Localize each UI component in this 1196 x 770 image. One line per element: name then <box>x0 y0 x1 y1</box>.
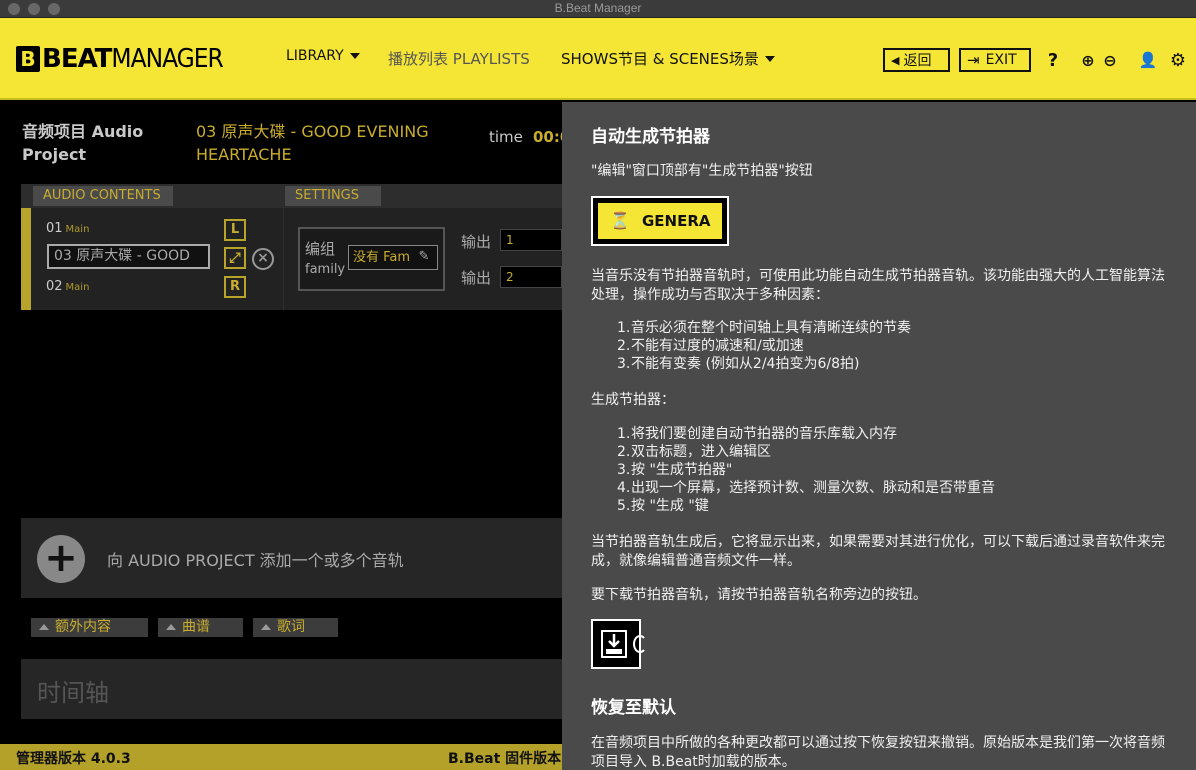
help-panel: 自动生成节拍器 "编辑"窗口顶部有"生成节拍器"按钮 ⏳ GENERA 当音乐没… <box>562 102 1196 770</box>
download-button-illustration <box>591 619 647 669</box>
output2-field[interactable]: 2 <box>500 266 562 288</box>
chevron-up-icon <box>39 624 49 630</box>
tab-extra-content[interactable]: 额外内容 <box>31 618 148 637</box>
family-label-cn: 编组 <box>305 240 336 258</box>
zoom-in-icon[interactable]: ⊕ <box>1079 48 1097 72</box>
logo-manager-text: MANAGER <box>111 44 223 74</box>
expand-icon[interactable]: ⤢ <box>224 247 246 269</box>
tab-extra-content-label: 额外内容 <box>55 619 111 635</box>
tab-lyrics[interactable]: 歌词 <box>253 618 338 637</box>
tab-score[interactable]: 曲谱 <box>158 618 243 637</box>
settings-gear-icon[interactable]: ⚙ <box>1168 48 1188 72</box>
genera-button-illustration: ⏳ GENERA <box>591 196 729 246</box>
chevron-down-icon <box>349 53 360 59</box>
add-track-text: 向 AUDIO PROJECT 添加一个或多个音轨 <box>107 551 404 570</box>
metronome-icon: ⏳ <box>610 211 630 230</box>
step-item: 3.按 "生成节拍器" <box>617 462 733 478</box>
app-header: B BEAT MANAGER LIBRARY 播放列表 PLAYLISTS SH… <box>0 18 1196 100</box>
logo-beat-text: BEAT <box>42 44 112 74</box>
tab-score-label: 曲谱 <box>182 619 210 635</box>
output2-label: 输出 <box>461 269 492 287</box>
back-arrow-icon: ◀ <box>891 53 900 67</box>
help-icon[interactable]: ? <box>1044 48 1062 72</box>
factor-item: 3.不能有变奏 (例如从2/4拍变为6/8拍) <box>617 356 860 372</box>
nav-playlists[interactable]: 播放列表 PLAYLISTS <box>388 48 530 69</box>
nav-shows-label: SHOWS节目 & SCENES场景 <box>561 50 759 68</box>
zoom-out-icon[interactable]: ⊖ <box>1101 48 1119 72</box>
settings-header: SETTINGS <box>285 186 381 206</box>
manager-version: 管理器版本 4.0.3 <box>16 751 131 767</box>
factor-item: 2.不能有过度的减速和/或加速 <box>617 338 804 354</box>
pencil-icon[interactable]: ✎ <box>413 249 435 269</box>
window-titlebar: B.Beat Manager <box>0 0 1196 18</box>
genera-inner: ⏳ GENERA <box>598 203 722 239</box>
back-button-label: 返回 <box>903 53 932 69</box>
factors-list: 1.音乐必须在整个时间轴上具有清晰连续的节奏 2.不能有过度的减速和/或加速 3… <box>617 319 911 373</box>
logo-b-icon: B <box>16 46 40 72</box>
timeline-label: 时间轴 <box>37 679 109 707</box>
track1-tag: Main <box>65 224 90 235</box>
project-label: 音频项目 Audio Project <box>22 122 144 164</box>
step-item: 2.双击标题，进入编辑区 <box>617 444 771 460</box>
exit-button[interactable]: ⇥ EXIT <box>959 48 1031 72</box>
track-name-field[interactable]: 03 原声大碟 - GOOD <box>47 244 210 269</box>
restore-text: 在音频项目中所做的各种更改都可以通过按下恢复按钮来撤销。原始版本是我们第一次将音… <box>591 735 1165 770</box>
factor-item: 1.音乐必须在整个时间轴上具有清晰连续的节奏 <box>617 320 911 336</box>
track2-num: 02 <box>46 279 63 294</box>
nav-library-label: LIBRARY <box>286 48 344 64</box>
output1-field[interactable]: 1 <box>500 229 562 251</box>
exit-icon: ⇥ <box>967 51 980 69</box>
nav-shows[interactable]: SHOWS节目 & SCENES场景 <box>561 48 775 69</box>
family-label-en: family <box>305 262 346 277</box>
firmware-version: B.Beat 固件版本 4 <box>448 751 576 767</box>
user-icon[interactable]: 👤 <box>1138 48 1158 72</box>
right-channel-button[interactable]: R <box>224 276 246 298</box>
back-button[interactable]: ◀ 返回 <box>883 48 950 72</box>
exit-button-label: EXIT <box>985 52 1017 68</box>
help-download-text: 要下载节拍器音轨，请按节拍器音轨名称旁边的按钮。 <box>591 587 927 603</box>
time-label: time <box>489 128 523 146</box>
help-title: 自动生成节拍器 <box>591 127 710 147</box>
help-after-text: 当节拍器音轨生成后，它将显示出来，如果需要对其进行优化，可以下载后通过录音软件来… <box>591 534 1165 569</box>
generate-title: 生成节拍器： <box>591 392 675 408</box>
step-item: 4.出现一个屏幕，选择预计数、测量次数、脉动和是否带重音 <box>617 480 995 496</box>
track1-num: 01 <box>46 221 63 236</box>
partial-circle-icon <box>633 635 647 653</box>
left-channel-button[interactable]: L <box>224 219 246 241</box>
output1-label: 输出 <box>461 233 492 251</box>
step-item: 1.将我们要创建自动节拍器的音乐库载入内存 <box>617 426 897 442</box>
steps-list: 1.将我们要创建自动节拍器的音乐库载入内存 2.双击标题，进入编辑区 3.按 "… <box>617 425 995 515</box>
download-icon <box>601 630 627 658</box>
restore-title: 恢复至默认 <box>591 698 676 718</box>
tab-lyrics-label: 歌词 <box>277 619 305 635</box>
add-track-plus-icon[interactable]: + <box>37 535 85 583</box>
project-title: 03 原声大碟 - GOOD EVENING HEARTACHE <box>196 122 429 164</box>
help-intro: "编辑"窗口顶部有"生成节拍器"按钮 <box>591 163 813 179</box>
family-label: 编组 family <box>305 240 345 279</box>
step-item: 5.按 "生成 "键 <box>617 498 709 514</box>
chevron-up-icon <box>166 624 176 630</box>
window-title: B.Beat Manager <box>554 1 642 15</box>
track1-number: 01 Main <box>46 221 89 236</box>
nav-library[interactable]: LIBRARY <box>286 48 360 64</box>
app-logo: B BEAT MANAGER <box>16 44 224 74</box>
genera-label: GENERA <box>642 212 711 230</box>
nav-playlists-label: 播放列表 PLAYLISTS <box>388 50 530 68</box>
audio-contents-header: AUDIO CONTENTS <box>33 186 173 206</box>
chevron-up-icon <box>261 624 271 630</box>
remove-track-icon[interactable]: × <box>252 248 274 270</box>
track2-number: 02 Main <box>46 279 89 294</box>
chevron-down-icon <box>764 55 775 62</box>
track2-tag: Main <box>65 282 90 293</box>
help-description: 当音乐没有节拍器音轨时，可使用此功能自动生成节拍器音轨。该功能由强大的人工智能算… <box>591 268 1165 303</box>
